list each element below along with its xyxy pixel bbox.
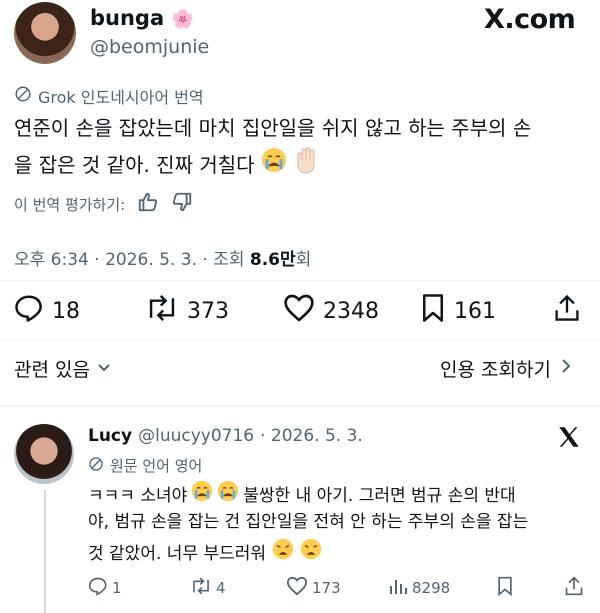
related-filter[interactable]: 관련 있음 bbox=[14, 355, 112, 382]
reply-share-button[interactable] bbox=[564, 575, 584, 601]
raised-hand-emoji bbox=[293, 146, 321, 185]
tweet-text-line2: 을 잡은 것 같아. 진짜 거칠다 bbox=[14, 146, 321, 185]
reply-bookmark-button[interactable] bbox=[496, 576, 514, 600]
like-icon bbox=[283, 293, 315, 329]
translation-label: Grok 인도네시아어 번역 bbox=[14, 84, 204, 108]
x-logo-icon bbox=[556, 424, 582, 454]
repost-button[interactable]: 373 bbox=[145, 293, 229, 329]
reply-icon bbox=[14, 293, 44, 329]
views-icon bbox=[388, 576, 408, 600]
divider bbox=[0, 340, 600, 341]
divider bbox=[0, 280, 600, 281]
reply-reply-count: 1 bbox=[112, 579, 122, 597]
like-icon bbox=[286, 576, 308, 600]
chevron-down-icon bbox=[96, 358, 112, 380]
reply-translation-label: 원문 언어 영어 bbox=[88, 455, 202, 476]
translate-icon bbox=[88, 456, 104, 476]
author-name-text: bunga bbox=[90, 6, 165, 30]
bookmark-count: 161 bbox=[454, 298, 496, 324]
tweet-text-line2-text: 을 잡은 것 같아. 진짜 거칠다 bbox=[14, 153, 255, 177]
crying-emoji bbox=[261, 147, 287, 184]
share-icon bbox=[564, 576, 584, 601]
divider bbox=[0, 405, 600, 407]
reply-button[interactable]: 18 bbox=[14, 293, 80, 329]
reply-reply-button[interactable]: 1 bbox=[88, 576, 122, 600]
like-button[interactable]: 2348 bbox=[283, 293, 379, 329]
crying-emoji bbox=[217, 480, 239, 511]
reply-avatar[interactable] bbox=[14, 424, 74, 484]
like-count: 2348 bbox=[323, 298, 379, 324]
reply-line1-a: ㅋㅋㅋ 소녀야 bbox=[88, 485, 188, 506]
thumbs-down-icon[interactable] bbox=[171, 191, 193, 217]
thread-line bbox=[44, 490, 46, 613]
reply-line3-text: 것 같았어. 너무 부드러워 bbox=[88, 543, 267, 564]
reply-views-button[interactable]: 8298 bbox=[388, 576, 450, 600]
author-avatar[interactable] bbox=[14, 2, 76, 64]
translation-label-text: Grok 인도네시아어 번역 bbox=[38, 88, 204, 107]
reply-text-line3: 것 같았어. 너무 부드러워 bbox=[88, 538, 322, 569]
reply-author-handle[interactable]: @luucyy0716 bbox=[138, 426, 254, 446]
share-icon bbox=[553, 294, 581, 327]
reply-author-name[interactable]: Lucy bbox=[88, 426, 132, 446]
tweet-text-line1: 연준이 손을 잡았는데 마치 집안일을 쉬지 않고 하는 주부의 손 bbox=[14, 116, 532, 140]
translate-icon bbox=[14, 85, 32, 107]
weary-emoji bbox=[272, 538, 294, 569]
reply-views-count: 8298 bbox=[412, 579, 451, 597]
share-button[interactable] bbox=[553, 293, 581, 327]
weary-emoji bbox=[300, 538, 322, 569]
repost-icon bbox=[190, 576, 212, 600]
view-quotes-link[interactable]: 인용 조회하기 bbox=[440, 355, 573, 382]
reply-count: 18 bbox=[52, 298, 80, 324]
reply-repost-button[interactable]: 4 bbox=[190, 576, 226, 600]
reply-like-button[interactable]: 173 bbox=[286, 576, 341, 600]
reply-like-count: 173 bbox=[312, 579, 341, 597]
repost-count: 373 bbox=[187, 298, 229, 324]
views-count: 8.6만 bbox=[249, 250, 296, 270]
brand-logo: X.com bbox=[484, 4, 576, 35]
quote-label: 인용 조회하기 bbox=[440, 359, 551, 381]
reply-text-line2: 야, 범규 손을 잡는 건 집안일을 전혀 안 하는 주부의 손을 잡는 bbox=[88, 512, 529, 532]
views-suffix: 회 bbox=[295, 250, 312, 270]
reply-icon bbox=[88, 576, 108, 600]
bookmark-button[interactable]: 161 bbox=[420, 293, 496, 329]
rate-translation: 이 번역 평가하기: bbox=[14, 191, 193, 217]
rate-label: 이 번역 평가하기: bbox=[14, 195, 126, 214]
reply-translation-text: 원문 언어 영어 bbox=[110, 457, 203, 475]
reply-repost-count: 4 bbox=[216, 579, 226, 597]
reply-header: Lucy @luucyy0716 · 2026. 5. 3. bbox=[88, 426, 363, 446]
crying-emoji bbox=[191, 480, 213, 511]
author-handle[interactable]: @beomjunie bbox=[90, 36, 209, 58]
reply-line1-b: 불쌍한 내 아기. 그러면 범규 손의 반대 bbox=[243, 485, 516, 506]
tweet-timestamp: 오후 6:34 · 2026. 5. 3. · 조회 8.6만회 bbox=[14, 245, 311, 270]
thumbs-up-icon[interactable] bbox=[137, 191, 159, 217]
author-emoji: 🌸 bbox=[171, 9, 194, 30]
reply-text-line1: ㅋㅋㅋ 소녀야 불쌍한 내 아기. 그러면 범규 손의 반대 bbox=[88, 480, 516, 511]
reply-date[interactable]: · 2026. 5. 3. bbox=[260, 426, 363, 446]
repost-icon bbox=[145, 293, 179, 329]
author-name[interactable]: bunga 🌸 bbox=[90, 6, 194, 30]
bookmark-icon bbox=[496, 576, 514, 600]
chevron-right-icon bbox=[559, 357, 573, 380]
bookmark-icon bbox=[420, 293, 446, 329]
related-label: 관련 있음 bbox=[14, 359, 90, 381]
timestamp-text: 오후 6:34 · 2026. 5. 3. · 조회 bbox=[14, 250, 250, 270]
